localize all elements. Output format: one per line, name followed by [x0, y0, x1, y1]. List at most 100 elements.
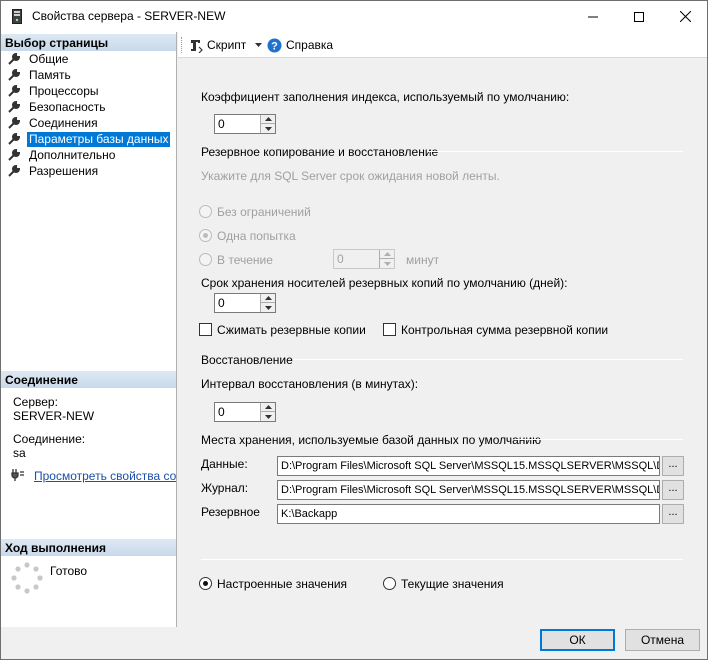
spin-down-icon[interactable]: [380, 259, 394, 268]
wrench-icon: [8, 148, 21, 161]
toolbar: Скрипт ? Справка: [178, 32, 707, 58]
wrench-icon: [8, 164, 21, 177]
cancel-button[interactable]: Отмена: [625, 629, 700, 651]
radio-try-for-label: В течение: [217, 253, 273, 267]
log-path-browse-button[interactable]: ...: [662, 480, 684, 500]
server-label: Сервер:: [13, 395, 58, 409]
backup-path-browse-button[interactable]: ...: [662, 504, 684, 524]
radio-configured-values[interactable]: [199, 577, 212, 590]
nav-item-database-settings[interactable]: Параметры базы данных: [7, 131, 171, 147]
server-value: SERVER-NEW: [13, 409, 95, 423]
wrench-icon: [8, 100, 21, 113]
fill-factor-input[interactable]: 0: [214, 114, 276, 134]
radio-try-for[interactable]: [199, 253, 212, 266]
backup-path-label: Резервное: [201, 505, 260, 519]
backup-checksum-label: Контрольная сумма резервной копии: [401, 323, 609, 337]
nav-item-memory[interactable]: Память: [7, 67, 73, 83]
data-path-label: Данные:: [201, 457, 248, 471]
data-path-input[interactable]: D:\Program Files\Microsoft SQL Server\MS…: [277, 456, 660, 476]
connection-value: sa: [13, 446, 26, 460]
help-icon: ?: [267, 38, 282, 52]
wrench-icon: [8, 116, 21, 129]
nav-item-advanced[interactable]: Дополнительно: [7, 147, 117, 163]
compress-backup-label: Сжимать резервные копии: [217, 323, 366, 337]
close-button[interactable]: [662, 1, 707, 32]
server-properties-window: Свойства сервера - SERVER-NEW Выбор стра…: [0, 0, 708, 660]
compress-backup-checkbox[interactable]: [199, 323, 212, 336]
log-path-input[interactable]: D:\Program Files\Microsoft SQL Server\MS…: [277, 480, 660, 500]
log-path-label: Журнал:: [201, 481, 249, 495]
spin-up-icon[interactable]: [261, 294, 275, 303]
connection-properties-icon: [11, 469, 24, 481]
radio-running-values[interactable]: [383, 577, 396, 590]
nav-item-label: Разрешения: [29, 163, 99, 178]
connection-label: Соединение:: [13, 432, 86, 446]
spin-down-icon[interactable]: [261, 412, 275, 421]
script-label: Скрипт: [207, 38, 247, 52]
configured-values-label: Настроенные значения: [217, 577, 348, 591]
radio-unlimited[interactable]: [199, 205, 212, 218]
bottom-divider: [201, 559, 683, 560]
group-divider: [293, 359, 683, 360]
recovery-interval-input[interactable]: 0: [214, 402, 276, 422]
default-locations-group-label: Места хранения, используемые базой данны…: [201, 433, 542, 447]
try-minutes-spinner[interactable]: [379, 250, 394, 268]
recovery-interval-label: Интервал восстановления (в минутах):: [201, 377, 419, 391]
radio-try-once-label: Одна попытка: [217, 229, 296, 243]
ok-button[interactable]: ОК: [540, 629, 615, 651]
spin-up-icon[interactable]: [380, 250, 394, 259]
script-button[interactable]: Скрипт: [188, 36, 246, 54]
dialog-button-bar: ОК Отмена: [1, 627, 707, 659]
backup-checksum-checkbox[interactable]: [383, 323, 396, 336]
window-title: Свойства сервера - SERVER-NEW: [32, 9, 226, 23]
select-page-header: Выбор страницы: [1, 34, 176, 51]
maximize-button[interactable]: [616, 1, 662, 32]
retention-spinner[interactable]: [260, 294, 275, 312]
nav-item-label: Параметры базы данных: [27, 131, 171, 147]
nav-item-general[interactable]: Общие: [7, 51, 70, 67]
view-connection-properties-link[interactable]: Просмотреть свойства соед: [34, 469, 176, 483]
help-label: Справка: [286, 38, 334, 52]
group-divider: [427, 151, 683, 152]
script-icon: [191, 39, 203, 53]
nav-item-processors[interactable]: Процессоры: [7, 83, 101, 99]
retention-label: Срок хранения носителей резервных копий …: [201, 276, 568, 290]
spin-up-icon[interactable]: [261, 403, 275, 412]
tape-timeout-hint: Укажите для SQL Server срок ожидания нов…: [201, 169, 500, 183]
close-icon: [679, 11, 691, 22]
progress-status: Готово: [50, 564, 88, 578]
server-icon: [12, 9, 22, 24]
spin-down-icon[interactable]: [261, 124, 275, 133]
nav-item-label: Дополнительно: [29, 147, 116, 162]
fill-factor-spinner[interactable]: [260, 115, 275, 133]
nav-item-label: Процессоры: [29, 83, 99, 98]
retention-input[interactable]: 0: [214, 293, 276, 313]
group-divider: [515, 439, 683, 440]
spin-down-icon[interactable]: [261, 303, 275, 312]
toolbar-grip: [181, 37, 183, 53]
minimize-icon: [588, 16, 598, 17]
nav-item-permissions[interactable]: Разрешения: [7, 163, 100, 179]
script-dropdown-icon[interactable]: [255, 43, 262, 48]
nav-item-label: Общие: [29, 51, 69, 66]
recovery-interval-spinner[interactable]: [260, 403, 275, 421]
nav-item-security[interactable]: Безопасность: [7, 99, 108, 115]
help-button[interactable]: ? Справка: [267, 36, 333, 54]
nav-item-connections[interactable]: Соединения: [7, 115, 100, 131]
backup-path-input[interactable]: K:\Backapp: [277, 504, 660, 524]
left-pane: Выбор страницы Общие Память Процессоры Б…: [1, 32, 177, 627]
data-path-browse-button[interactable]: ...: [662, 456, 684, 476]
nav-item-label: Память: [29, 67, 71, 82]
title-bar: Свойства сервера - SERVER-NEW: [1, 1, 707, 32]
wrench-icon: [8, 68, 21, 81]
radio-try-once[interactable]: [199, 229, 212, 242]
minimize-button[interactable]: [570, 1, 616, 32]
try-minutes-input[interactable]: 0: [333, 249, 395, 269]
wrench-icon: [8, 84, 21, 97]
database-settings-panel: Коэффициент заполнения индекса, использу…: [178, 59, 707, 627]
backup-restore-group-label: Резервное копирование и восстановление: [201, 145, 439, 159]
spin-up-icon[interactable]: [261, 115, 275, 124]
nav-item-label: Соединения: [29, 115, 98, 130]
minutes-label: минут: [406, 253, 440, 267]
running-values-label: Текущие значения: [401, 577, 504, 591]
